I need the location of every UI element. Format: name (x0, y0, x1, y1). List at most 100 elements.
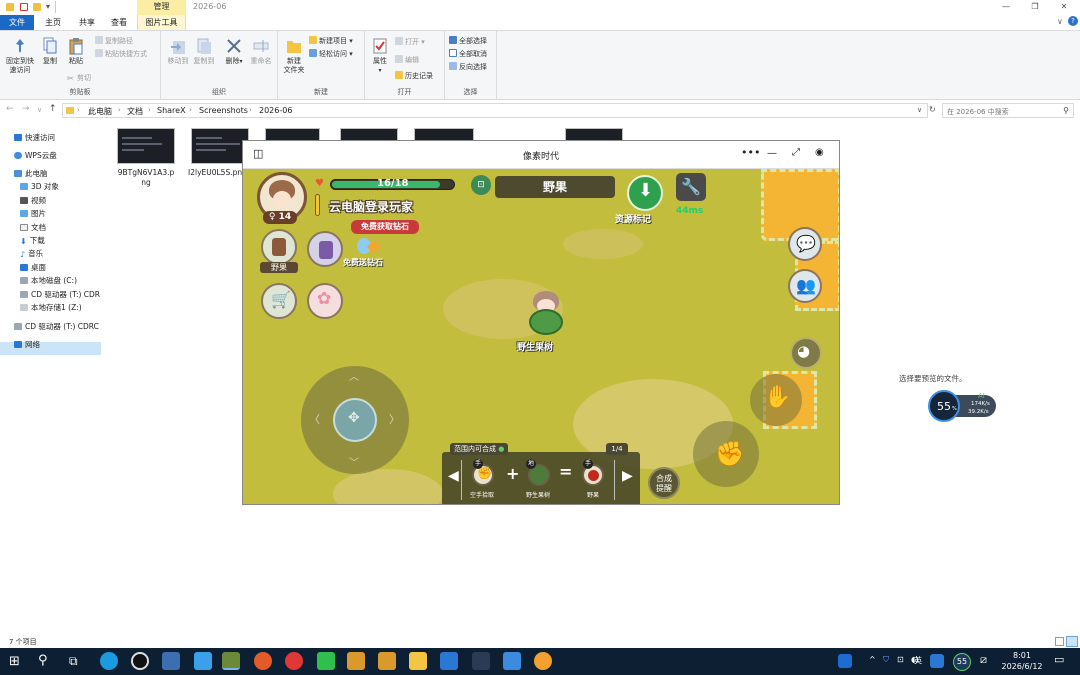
file-explorer-icon[interactable] (409, 652, 427, 670)
game-window[interactable]: ◫ 像素时代 ••• — ⤢ ◉ ♀ 14 ♥ 16/18 云电脑登录玩家 ⊡ … (242, 140, 840, 505)
tray-speed-badge[interactable]: 55 (953, 653, 971, 671)
select-all-button[interactable]: 全部选择 (449, 36, 487, 46)
app-icon[interactable] (440, 652, 458, 670)
game-minimize-icon[interactable]: — (767, 148, 777, 159)
tab-picture-tools[interactable]: 图片工具 (137, 15, 186, 30)
breadcrumb-screenshots[interactable]: Screenshots (199, 106, 248, 115)
tab-file[interactable]: 文件 (0, 15, 34, 30)
close-button[interactable]: ✕ (1056, 1, 1072, 13)
nav-item-music[interactable]: ♪ 音乐 (20, 247, 43, 260)
edit-button[interactable]: 编辑 (395, 55, 419, 65)
file-name[interactable]: I2lyEU0L5S.pn (188, 168, 242, 178)
resource-marker-button[interactable]: ⬇ (627, 175, 663, 211)
address-dropdown-icon[interactable]: ∨ (917, 106, 922, 114)
game-maximize-icon[interactable]: ⤢ (792, 147, 800, 158)
invert-selection-button[interactable]: 反向选择 (449, 62, 487, 72)
lock-icon[interactable]: ⊡ (471, 175, 491, 195)
network-speed-widget[interactable]: AI 55 % 174K/s 39.2K/s (928, 390, 996, 422)
spellbook-button[interactable] (307, 231, 343, 267)
history-button[interactable]: 历史记录 (395, 71, 433, 81)
paste-shortcut-button[interactable]: 粘贴快捷方式 (95, 49, 147, 59)
shield-app-icon[interactable] (162, 652, 180, 670)
large-icons-view-icon[interactable] (1066, 636, 1078, 647)
search-icon[interactable]: ⚲ (38, 653, 48, 668)
notification-icon[interactable]: ▭ (1054, 653, 1064, 666)
tray-language[interactable]: 英 (914, 655, 922, 666)
nav-item-desktop[interactable]: 桌面 (20, 261, 46, 274)
tool-icon[interactable] (472, 652, 490, 670)
easy-access-button[interactable]: 轻松访问 ▾ (309, 49, 353, 59)
feishu-icon[interactable] (194, 652, 212, 670)
nav-item-local-storage-z[interactable]: 本地存储1 (Z:) (20, 301, 82, 314)
recent-dropdown-icon[interactable]: ∨ (37, 106, 42, 114)
help-icon[interactable]: ? (1068, 16, 1078, 26)
attack-button[interactable]: ✊ (693, 421, 759, 487)
wechat-icon[interactable] (317, 652, 335, 670)
tray-app-icon[interactable] (838, 654, 852, 668)
flower-button[interactable]: ✿ (307, 283, 343, 319)
move-to-button[interactable]: 移动到 (165, 37, 191, 66)
file-name[interactable]: 9BTgN6V1A3.p ng (113, 168, 179, 188)
nav-item-pictures[interactable]: 图片 (20, 207, 46, 220)
free-diamond-badge[interactable]: 免费获取钻石 (351, 220, 419, 234)
tray-display-icon[interactable]: ⧄ (980, 653, 987, 667)
rename-button[interactable]: 重命名 (248, 37, 274, 66)
collapse-ribbon-icon[interactable]: ∨ (1057, 17, 1063, 26)
breadcrumb-documents[interactable]: 文档 (127, 106, 143, 117)
new-item-button[interactable]: 新建项目 ▾ (309, 36, 353, 46)
nav-item-local-disk-c[interactable]: 本地磁盘 (C:) (20, 274, 77, 287)
tray-security-icon[interactable]: ⛉ (883, 655, 889, 665)
search-input[interactable]: 在 2026-06 中搜索 ⚲ (942, 103, 1074, 118)
chat-button[interactable]: 💬 (788, 227, 822, 261)
quick-access-dropdown-icon[interactable]: ▾ (46, 2, 50, 11)
delete-button[interactable]: 删除▾ (223, 37, 245, 66)
nav-item-wps-cloud[interactable]: WPS云盘 (14, 149, 57, 162)
paste-button[interactable]: 粘贴 (63, 37, 89, 66)
details-view-icon[interactable] (1055, 637, 1064, 646)
nav-item-network[interactable]: 网络 (14, 338, 40, 351)
tools-icon[interactable] (503, 652, 521, 670)
tab-home[interactable]: 主页 (38, 15, 68, 30)
copy-path-button[interactable]: 复制路径 (95, 36, 133, 46)
pin-quick-access-button[interactable]: 固定到快速访问 (3, 37, 37, 75)
nav-item-3d-objects[interactable]: 3D 对象 (20, 180, 59, 193)
bag-button[interactable] (261, 229, 297, 265)
joystick-knob[interactable]: ✥ (333, 398, 377, 442)
nav-item-this-pc[interactable]: 此电脑 (14, 167, 48, 180)
game-record-icon[interactable]: ◉ (815, 147, 824, 158)
windows-start-icon[interactable]: ⊞ (9, 654, 20, 669)
chrome-icon[interactable] (534, 652, 552, 670)
free-diamond-button[interactable] (357, 236, 382, 258)
back-arrow-icon[interactable]: ← (6, 104, 14, 114)
edge-browser-icon[interactable] (100, 652, 118, 670)
file-thumbnail[interactable] (117, 128, 175, 164)
tab-share[interactable]: 共享 (72, 15, 102, 30)
properties-button[interactable]: 属性 ▾ (368, 37, 392, 75)
joystick[interactable]: ︿ ﹀ 〈 〉 ✥ (301, 366, 409, 474)
nav-item-downloads[interactable]: ⬇ 下载 (20, 234, 45, 247)
select-none-button[interactable]: 全部取消 (449, 49, 487, 59)
game-field[interactable]: ♀ 14 ♥ 16/18 云电脑登录玩家 ⊡ 野果 ⬇ 资源标记 🔧 44ms … (243, 169, 839, 504)
nav-item-cd-drive-t-2[interactable]: CD 驱动器 (T:) CDRC (14, 320, 99, 333)
open-button[interactable]: 打开 ▾ (395, 37, 425, 47)
copy-button[interactable]: 复制 (38, 37, 62, 66)
qq-icon[interactable] (131, 652, 149, 670)
taskbar-clock[interactable]: 8:01 2026/6/12 (994, 650, 1050, 672)
breadcrumb-current[interactable]: 2026-06 (259, 106, 292, 115)
refresh-icon[interactable]: ↻ (929, 105, 936, 114)
craft-reminder-button[interactable]: 合成 提醒 (648, 467, 680, 499)
tray-ime-icon[interactable] (930, 654, 944, 668)
maximize-button[interactable]: ❐ (1027, 1, 1043, 13)
forward-arrow-icon[interactable]: → (22, 104, 30, 114)
tray-expand-icon[interactable]: ^ (869, 655, 876, 664)
breadcrumb-sharex[interactable]: ShareX (157, 106, 186, 115)
task-view-icon[interactable]: ⧉ (69, 654, 78, 669)
cut-button[interactable]: ✂ 剪切 (67, 73, 91, 83)
tab-view[interactable]: 查看 (104, 15, 134, 30)
more-options-icon[interactable]: ••• (741, 146, 760, 159)
new-folder-button[interactable]: 新建 文件夹 (281, 37, 307, 75)
player-character[interactable] (525, 291, 567, 335)
nav-item-documents[interactable]: 文档 (20, 221, 46, 234)
app-icon[interactable] (254, 652, 272, 670)
copy-to-button[interactable]: 复制到 (191, 37, 217, 66)
